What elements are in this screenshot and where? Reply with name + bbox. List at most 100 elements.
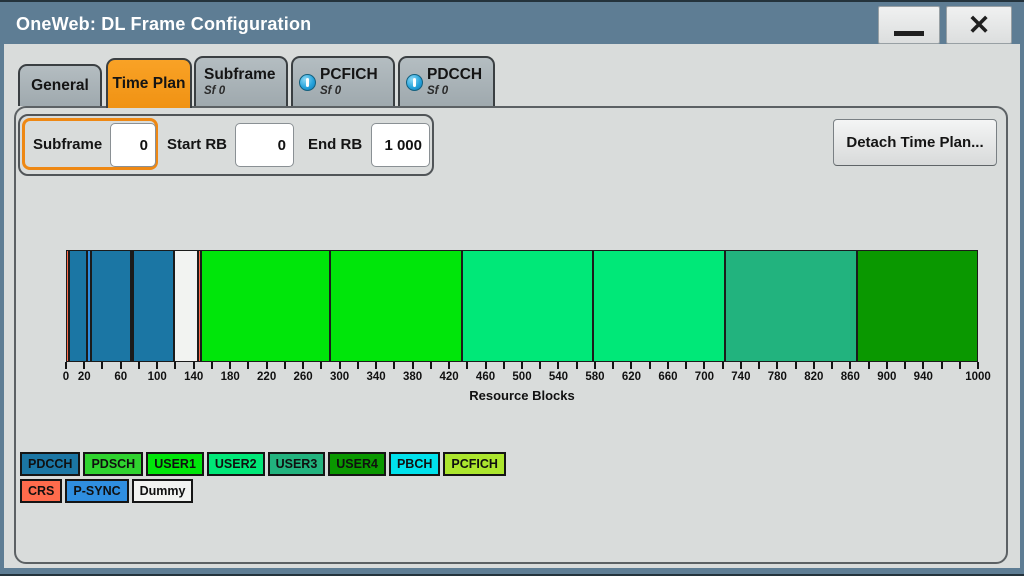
legend-chip-user2: USER2 <box>207 452 265 476</box>
axis-tick-label: 140 <box>184 371 203 383</box>
axis-tick-label: 60 <box>114 371 127 383</box>
axis-tick <box>740 362 742 369</box>
axis-tick <box>594 362 596 369</box>
start-rb-label: Start RB <box>167 116 227 174</box>
axis-tick <box>758 362 760 369</box>
axis-tick-label: 540 <box>549 371 568 383</box>
axis-tick <box>941 362 943 369</box>
axis-tick <box>977 362 979 369</box>
tab-sublabel: Sf 0 <box>204 85 225 97</box>
axis-tick-label: 660 <box>658 371 677 383</box>
axis-tick <box>521 362 523 369</box>
legend-chip-dummy: Dummy <box>132 479 194 503</box>
tab-pdcch[interactable]: PDCCHSf 0 <box>398 56 495 106</box>
tab-sublabel: Sf 0 <box>320 85 341 97</box>
axis-tick-label: 0 <box>63 371 69 383</box>
axis-tick <box>539 362 541 369</box>
axis-tick-label: 260 <box>294 371 313 383</box>
start-rb-input[interactable]: 0 <box>235 123 294 167</box>
info-icon <box>299 74 316 91</box>
tab-pcfich[interactable]: PCFICH Sf 0 <box>291 56 395 106</box>
chart-segment-user4 <box>857 250 978 362</box>
close-button[interactable]: ✕ <box>946 6 1012 44</box>
axis-tick <box>302 362 304 369</box>
close-icon: ✕ <box>968 12 991 39</box>
axis-tick-label: 100 <box>148 371 167 383</box>
end-rb-label: End RB <box>308 116 362 174</box>
chart-segment-dummy <box>174 250 199 362</box>
axis-tick <box>247 362 249 369</box>
axis-tick <box>211 362 213 369</box>
axis-tick-label: 220 <box>257 371 276 383</box>
axis-tick <box>156 362 158 369</box>
axis-tick-label: 700 <box>695 371 714 383</box>
axis-tick <box>120 362 122 369</box>
tab-time-plan[interactable]: Time Plan <box>106 58 192 108</box>
axis-tick <box>630 362 632 369</box>
tab-label: PCFICH <box>320 67 378 83</box>
legend-chip-p-sync: P-SYNC <box>65 479 128 503</box>
chart-segment-pdcch <box>133 250 173 362</box>
tab-subframe[interactable]: Subframe Sf 0 <box>194 56 288 106</box>
axis-tick <box>649 362 651 369</box>
axis-tick <box>339 362 341 369</box>
axis-tick <box>229 362 231 369</box>
axis-tick-label: 340 <box>366 371 385 383</box>
axis-tick <box>284 362 286 369</box>
dialog-content: GeneralTime PlanSubframeSf 0PCFICHSf 0PD… <box>4 44 1020 568</box>
tab-sublabel: Sf 0 <box>427 85 448 97</box>
axis-tick-label: 580 <box>585 371 604 383</box>
axis-tick <box>703 362 705 369</box>
axis-tick-label: 940 <box>914 371 933 383</box>
chart-segment-pdcch <box>69 250 87 362</box>
axis-tick-label: 20 <box>78 371 91 383</box>
axis-tick-label: 820 <box>804 371 823 383</box>
time-plan-panel: Subframe 0 Start RB 0 End RB 1 000 Detac… <box>14 106 1008 564</box>
subframe-controls-group: Subframe 0 Start RB 0 End RB 1 000 <box>18 114 434 176</box>
legend-chip-pdcch: PDCCH <box>20 452 80 476</box>
legend-chip-crs: CRS <box>20 479 62 503</box>
legend-row: PDCCHPDSCHUSER1USER2USER3USER4PBCHPCFICH <box>20 452 509 476</box>
axis-tick-label: 780 <box>768 371 787 383</box>
axis-tick <box>868 362 870 369</box>
tab-general[interactable]: General <box>18 64 102 106</box>
chart-segment-user3 <box>725 250 856 362</box>
axis-tick <box>557 362 559 369</box>
axis-tick <box>667 362 669 369</box>
axis-tick-label: 1000 <box>965 371 991 383</box>
tab-label: General <box>31 77 89 94</box>
subframe-input[interactable]: 0 <box>110 123 156 167</box>
axis-tick <box>412 362 414 369</box>
chart-segment-user1 <box>201 250 331 362</box>
axis-tick <box>83 362 85 369</box>
axis-tick <box>886 362 888 369</box>
detach-time-plan-button[interactable]: Detach Time Plan... <box>833 119 997 166</box>
chart-segment-user1 <box>330 250 461 362</box>
axis-tick <box>904 362 906 369</box>
axis-tick-label: 180 <box>221 371 240 383</box>
minimize-icon <box>894 31 924 36</box>
axis-tick <box>320 362 322 369</box>
axis-tick <box>357 362 359 369</box>
axis-tick <box>393 362 395 369</box>
axis-tick-label: 620 <box>622 371 641 383</box>
end-rb-input[interactable]: 1 000 <box>371 123 430 167</box>
legend-chip-user4: USER4 <box>328 452 386 476</box>
tab-label: Subframe <box>204 67 276 83</box>
axis-tick <box>576 362 578 369</box>
axis-tick <box>138 362 140 369</box>
chart-segment-user2 <box>593 250 725 362</box>
subframe-label: Subframe <box>33 116 102 174</box>
x-axis-title: Resource Blocks <box>469 388 575 403</box>
axis-tick-label: 900 <box>877 371 896 383</box>
x-axis-labels: 0206010014018022026030034038042046050054… <box>66 371 978 386</box>
dialog-window: OneWeb: DL Frame Configuration ✕ General… <box>0 0 1024 576</box>
axis-tick <box>813 362 815 369</box>
axis-tick <box>466 362 468 369</box>
minimize-button[interactable] <box>878 6 940 44</box>
axis-tick <box>430 362 432 369</box>
time-plan-chart: 0206010014018022026030034038042046050054… <box>66 250 978 362</box>
legend-row: CRSP-SYNCDummy <box>20 479 509 503</box>
legend-chip-pcfich: PCFICH <box>443 452 506 476</box>
axis-tick <box>722 362 724 369</box>
